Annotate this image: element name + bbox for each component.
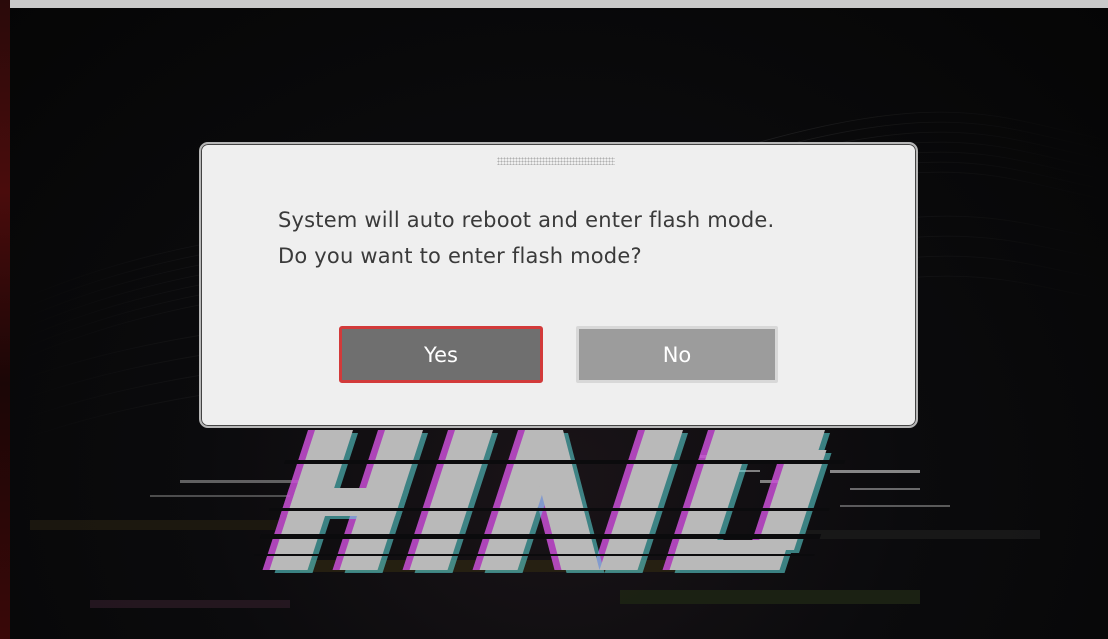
dialog-message-line-2: Do you want to enter flash mode? bbox=[278, 244, 642, 268]
dialog-message-line-1: System will auto reboot and enter flash … bbox=[278, 208, 775, 232]
dialog-message: System will auto reboot and enter flash … bbox=[278, 202, 898, 274]
flash-mode-dialog: System will auto reboot and enter flash … bbox=[199, 142, 918, 428]
no-button[interactable]: No bbox=[576, 326, 778, 383]
dialog-drag-handle[interactable] bbox=[497, 157, 615, 165]
yes-button[interactable]: Yes bbox=[339, 326, 543, 383]
bios-screen: System will auto reboot and enter flash … bbox=[0, 0, 1108, 639]
glitch-logo bbox=[254, 430, 846, 573]
